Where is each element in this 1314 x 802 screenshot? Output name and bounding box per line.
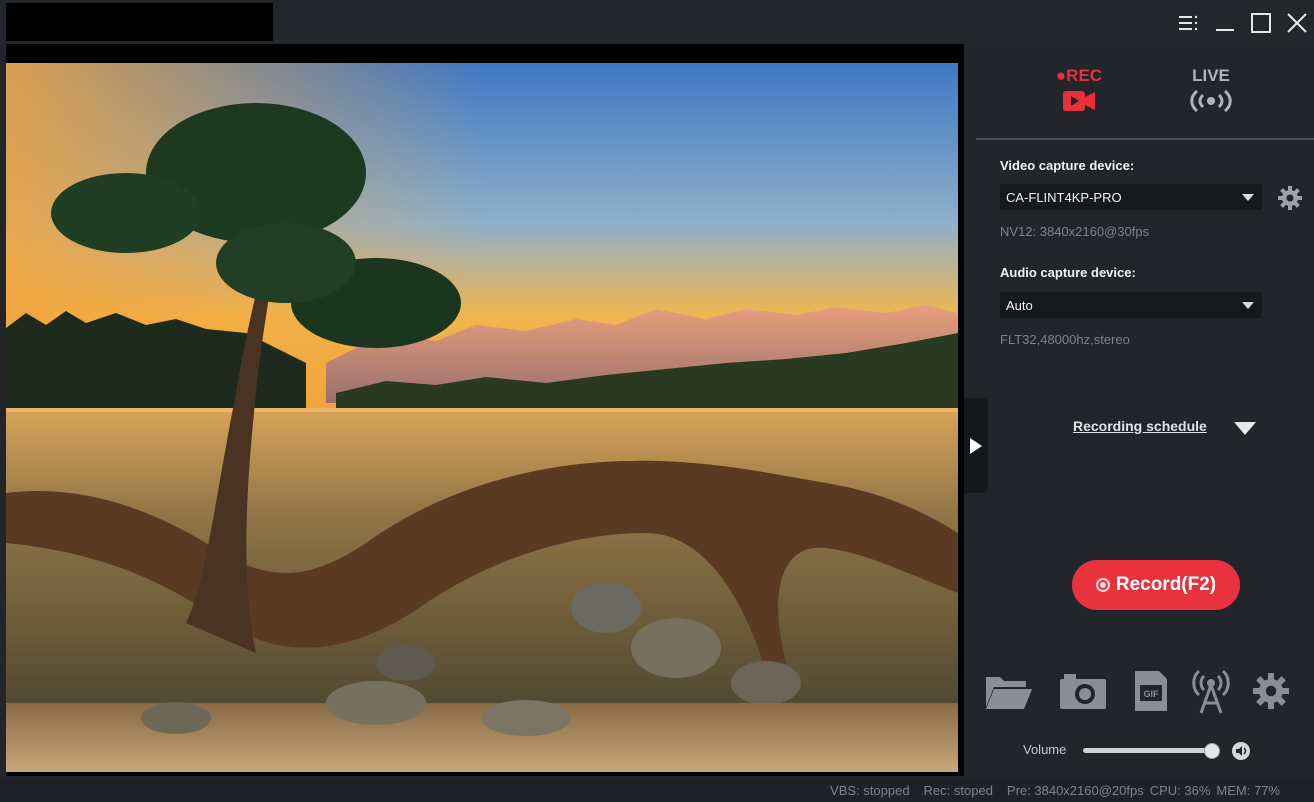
status-pre: Pre: 3840x2160@20fps bbox=[1006, 783, 1144, 798]
video-device-select[interactable]: CA-FLINT4KP-PRO bbox=[1000, 184, 1262, 210]
tab-rec[interactable]: ●REC bbox=[1044, 66, 1114, 119]
status-vbs: VBS: stopped bbox=[830, 783, 910, 798]
volume-fill bbox=[1084, 749, 1212, 752]
audio-device-label: Audio capture device: bbox=[1000, 265, 1136, 280]
volume-slider[interactable] bbox=[1083, 743, 1220, 759]
title-area bbox=[6, 3, 273, 41]
video-device-settings-button[interactable] bbox=[1276, 184, 1304, 212]
volume-label: Volume bbox=[1023, 742, 1067, 757]
antenna-icon bbox=[1192, 669, 1230, 714]
tab-divider bbox=[976, 138, 1314, 140]
video-camera-icon bbox=[1063, 91, 1095, 111]
tab-live-label: LIVE bbox=[1192, 66, 1230, 85]
status-items: VBS: stopped Rec: stoped Pre: 3840x2160@… bbox=[830, 783, 1280, 798]
gear-icon bbox=[1278, 186, 1302, 210]
volume-handle[interactable] bbox=[1204, 743, 1220, 759]
menu-icon[interactable] bbox=[1176, 10, 1202, 36]
broadcast-settings-button[interactable] bbox=[1186, 667, 1236, 715]
gif-icon: GIF bbox=[1135, 671, 1167, 711]
chevron-down-icon bbox=[1242, 194, 1254, 201]
recording-schedule-link[interactable]: Recording schedule bbox=[1073, 418, 1207, 434]
close-icon[interactable] bbox=[1284, 10, 1310, 36]
record-icon bbox=[1095, 578, 1110, 592]
audio-format-text: FLT32,48000hz,stereo bbox=[1000, 332, 1130, 347]
status-cpu: CPU: 36% bbox=[1149, 783, 1211, 798]
gif-capture-button[interactable]: GIF bbox=[1126, 667, 1176, 715]
chevron-down-icon[interactable] bbox=[1234, 422, 1256, 435]
video-device-value: CA-FLINT4KP-PRO bbox=[1006, 190, 1122, 205]
tab-live[interactable]: LIVE bbox=[1176, 66, 1246, 120]
audio-device-value: Auto bbox=[1006, 298, 1033, 313]
preview-image bbox=[6, 63, 958, 772]
status-rec: Rec: stoped bbox=[923, 783, 993, 798]
folder-icon bbox=[986, 677, 1032, 709]
control-panel: ●REC LIVE Video capture device: CA-FLINT… bbox=[976, 44, 1314, 776]
minimize-icon[interactable] bbox=[1212, 10, 1238, 36]
status-mem: MEM: 77% bbox=[1216, 783, 1280, 798]
chevron-down-icon bbox=[1242, 302, 1254, 309]
gear-icon bbox=[1253, 673, 1289, 709]
video-device-label: Video capture device: bbox=[1000, 158, 1135, 173]
broadcast-icon bbox=[1190, 89, 1232, 113]
audio-device-select[interactable]: Auto bbox=[1000, 292, 1262, 318]
window-controls bbox=[1176, 8, 1310, 38]
record-button[interactable]: Record(F2) bbox=[1072, 560, 1240, 610]
maximize-icon[interactable] bbox=[1248, 10, 1274, 36]
status-stats: Pre: 3840x2160@20fps CPU: 36% MEM: 77% bbox=[1007, 783, 1280, 798]
status-bar: VBS: stopped Rec: stoped Pre: 3840x2160@… bbox=[0, 779, 1314, 802]
camera-icon bbox=[1060, 674, 1106, 709]
video-format-text: NV12: 3840x2160@30fps bbox=[1000, 224, 1150, 239]
snapshot-button[interactable] bbox=[1058, 667, 1108, 715]
speaker-icon[interactable] bbox=[1231, 741, 1251, 761]
svg-text:GIF: GIF bbox=[1144, 689, 1160, 699]
video-preview[interactable] bbox=[6, 63, 958, 772]
title-bar bbox=[0, 0, 1314, 44]
record-button-label: Record(F2) bbox=[1115, 574, 1217, 595]
open-folder-button[interactable] bbox=[984, 667, 1034, 715]
settings-button[interactable] bbox=[1246, 667, 1296, 715]
tab-rec-label: ●REC bbox=[1055, 66, 1103, 85]
